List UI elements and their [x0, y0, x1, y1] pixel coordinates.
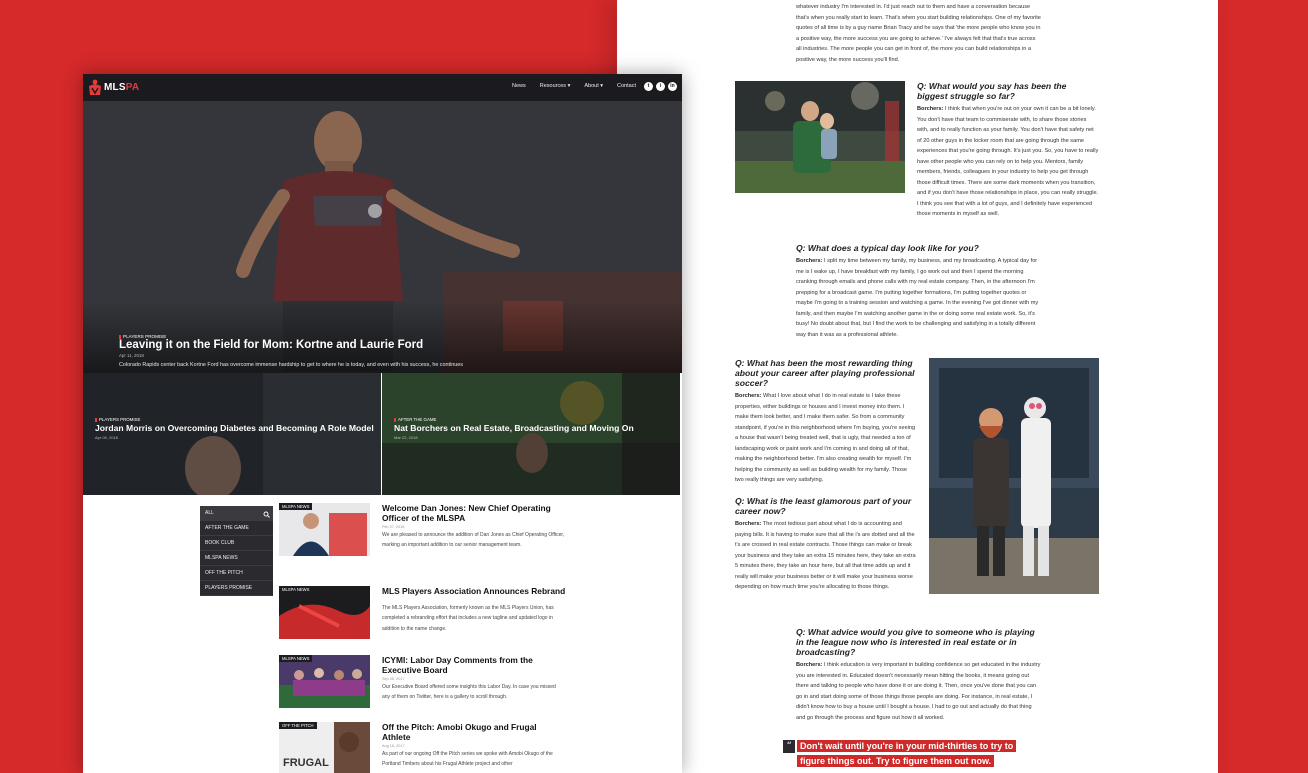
- article-intro: whatever industry I'm interested in. I'd…: [796, 4, 1041, 63]
- svg-text:FRUGAL: FRUGAL: [283, 757, 329, 769]
- brand-logo[interactable]: MLSPA: [88, 79, 139, 96]
- card-image: [382, 373, 680, 495]
- post-thumbnail[interactable]: MLSPA NEWS: [279, 655, 370, 708]
- post-item[interactable]: MLSPA NEWS ICYMI: Labor Day Comments fro…: [279, 655, 569, 711]
- card-title[interactable]: Jordan Morris on Overcoming Diabetes and…: [95, 423, 374, 433]
- hero-featured-story[interactable]: PLAYERS PROMISE Leaving it on the Field …: [83, 101, 682, 373]
- category-after-the-game[interactable]: AFTER THE GAME: [200, 521, 273, 536]
- right-red-background: [1218, 0, 1308, 773]
- chevron-down-icon: ▾: [600, 83, 604, 89]
- article-photo-family: [735, 81, 905, 193]
- search-icon[interactable]: [263, 510, 270, 518]
- qa-struggle: Q: What would you say has been the bigge…: [917, 81, 1099, 217]
- brand-accent: PA: [125, 82, 140, 93]
- card-category[interactable]: AFTER THE GAME: [394, 417, 436, 422]
- post-date: Aug 16, 2017: [382, 744, 405, 748]
- category-players-promise[interactable]: PLAYERS PROMISE: [200, 581, 273, 596]
- qa-least-glamorous: Q: What is the least glamorous part of y…: [735, 496, 916, 590]
- post-date: Sep 05, 2017: [382, 677, 405, 681]
- pull-quote-text: Don't wait until you're in your mid-thir…: [797, 740, 1017, 767]
- nav-contact[interactable]: Contact: [617, 83, 636, 89]
- card-title[interactable]: Nat Borchers on Real Estate, Broadcastin…: [394, 423, 634, 433]
- top-navigation: MLSPA News Resources ▾ About ▾ Contact t…: [83, 74, 682, 101]
- chevron-down-icon: ▾: [567, 83, 571, 89]
- category-mlspa-news[interactable]: MLSPA NEWS: [200, 551, 273, 566]
- post-title[interactable]: Off the Pitch: Amobi Okugo and Frugal At…: [382, 722, 567, 742]
- brand-prefix: MLS: [104, 82, 126, 93]
- social-links: t i in: [644, 82, 677, 91]
- post-date: Feb 07, 2018: [382, 525, 405, 529]
- qa-advice: Q: What advice would you give to someone…: [796, 627, 1041, 721]
- qa-rewarding: Q: What has been the most rewarding thin…: [735, 358, 916, 483]
- post-item[interactable]: MLSPA NEWS Welcome Dan Jones: New Chief …: [279, 503, 569, 565]
- post-tag[interactable]: OFF THE PITCH: [279, 722, 317, 729]
- hero-image: [83, 101, 682, 373]
- post-thumbnail[interactable]: MLSPA NEWS: [279, 503, 370, 556]
- post-description: The MLS Players Association, formerly kn…: [382, 605, 554, 632]
- category-filter-menu: ALL AFTER THE GAME BOOK CLUB MLSPA NEWS …: [200, 506, 273, 596]
- post-description: As part of our ongoing Off the Pitch ser…: [382, 751, 553, 768]
- post-item[interactable]: OFF THE PITCH FRUGAL Off the Pitch: Amob…: [279, 722, 569, 773]
- hero-title[interactable]: Leaving it on the Field for Mom: Kortne …: [119, 339, 423, 351]
- post-thumbnail[interactable]: OFF THE PITCH FRUGAL: [279, 722, 370, 773]
- card-image: [83, 373, 381, 495]
- site-homepage: MLSPA News Resources ▾ About ▾ Contact t…: [83, 74, 682, 773]
- category-book-club[interactable]: BOOK CLUB: [200, 536, 273, 551]
- post-description: Our Executive Board offered some insight…: [382, 684, 556, 701]
- card-category[interactable]: PLAYERS PROMISE: [95, 417, 140, 422]
- story-card-nat-borchers[interactable]: AFTER THE GAME Nat Borchers on Real Esta…: [382, 373, 680, 495]
- post-item[interactable]: MLSPA NEWS MLS Players Association Annou…: [279, 586, 569, 641]
- post-tag[interactable]: MLSPA NEWS: [279, 503, 313, 510]
- card-date: Mar 22, 2018: [394, 435, 418, 440]
- article-page: whatever industry I'm interested in. I'd…: [617, 0, 1218, 773]
- nav-about[interactable]: About ▾: [584, 83, 603, 89]
- hero-date: Apr 11, 2018: [119, 353, 144, 358]
- story-card-jordan-morris[interactable]: PLAYERS PROMISE Jordan Morris on Overcom…: [83, 373, 381, 495]
- post-title[interactable]: ICYMI: Labor Day Comments from the Execu…: [382, 655, 567, 675]
- instagram-icon[interactable]: i: [656, 82, 665, 91]
- linkedin-icon[interactable]: in: [668, 82, 677, 91]
- post-title[interactable]: MLS Players Association Announces Rebran…: [382, 586, 567, 596]
- nav-news[interactable]: News: [512, 83, 526, 89]
- post-title[interactable]: Welcome Dan Jones: New Chief Operating O…: [382, 503, 567, 523]
- quote-icon: “: [783, 740, 795, 753]
- card-date: Apr 09, 2018: [95, 435, 118, 440]
- nav-resources[interactable]: Resources ▾: [540, 83, 571, 89]
- nav-links: News Resources ▾ About ▾ Contact: [512, 83, 636, 89]
- post-tag[interactable]: MLSPA NEWS: [279, 586, 313, 593]
- category-all[interactable]: ALL: [200, 506, 273, 521]
- category-off-the-pitch[interactable]: OFF THE PITCH: [200, 566, 273, 581]
- twitter-icon[interactable]: t: [644, 82, 653, 91]
- post-thumbnail[interactable]: MLSPA NEWS: [279, 586, 370, 639]
- qa-typical-day: Q: What does a typical day look like for…: [796, 243, 1039, 338]
- article-photo-construction: [929, 358, 1099, 594]
- mlspa-logo-icon: [88, 79, 102, 96]
- post-tag[interactable]: MLSPA NEWS: [279, 655, 313, 662]
- hero-description: Colorado Rapids center back Kortne Ford …: [119, 362, 463, 373]
- post-description: We are pleased to announce the addition …: [382, 532, 565, 549]
